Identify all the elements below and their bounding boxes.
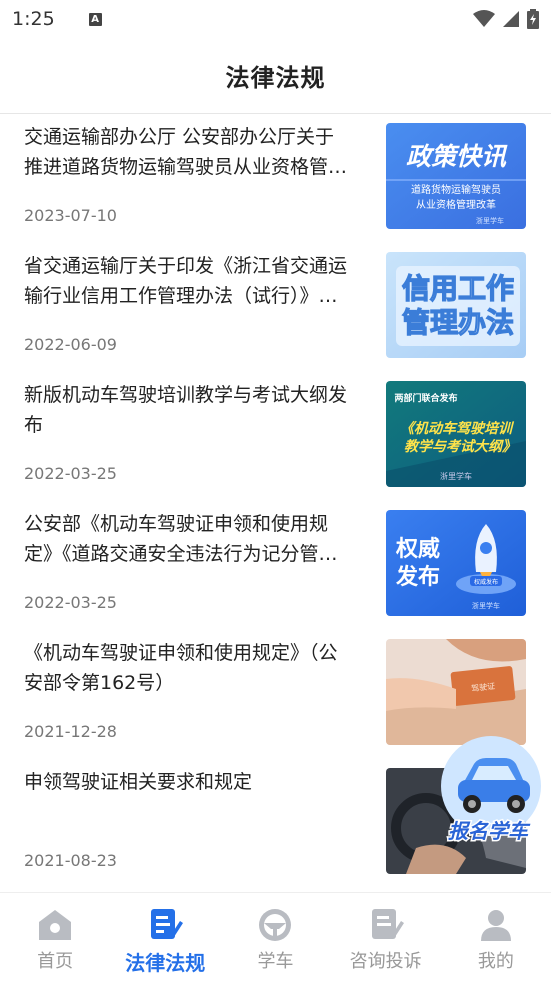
article-date: 2022-03-25: [24, 464, 117, 483]
article-thumbnail: 驾驶证: [386, 639, 526, 745]
article-title: 申领驾驶证相关要求和规定: [24, 771, 253, 793]
complaint-icon: [366, 907, 406, 943]
status-time: 1:25: [12, 8, 55, 30]
svg-text:两部门联合发布: 两部门联合发布: [394, 392, 457, 404]
article-item[interactable]: 交通运输部办公厅 公安部办公厅关于推进道路货物运输驾驶员从业资格管理改革 202…: [0, 114, 551, 243]
enroll-label: 报名学车: [448, 819, 531, 843]
article-thumbnail: 权威 发布 权威发布 浙里学车: [386, 510, 526, 616]
article-title: 《机动车驾驶证申领和使用规定》（公安部令第162号）: [24, 642, 338, 694]
user-icon: [476, 907, 516, 943]
notification-icon: A: [88, 12, 102, 26]
svg-text:发布: 发布: [395, 564, 440, 590]
enroll-float-button[interactable]: 报名学车: [436, 734, 546, 850]
status-icons: [473, 9, 539, 29]
svg-text:浙里学车: 浙里学车: [472, 601, 500, 610]
tab-home[interactable]: 首页: [0, 893, 110, 981]
status-bar: 1:25 A: [0, 0, 551, 38]
tab-label: 咨询投诉: [349, 951, 422, 972]
article-item[interactable]: 省交通运输厅关于印发《浙江省交通运输行业信用工作管理办法（试行）》的通知 202…: [0, 243, 551, 372]
tab-label: 学车: [257, 951, 294, 972]
article-title: 交通运输部办公厅 公安部办公厅关于推进道路货物运输驾驶员从业资格管理改革: [24, 126, 348, 178]
article-thumbnail: 信用工作 管理办法: [386, 252, 526, 358]
signal-icon: [503, 11, 519, 27]
svg-text:权威发布: 权威发布: [474, 578, 498, 586]
bottom-tab-bar: 首页 法律法规 学车 咨询投诉 我的: [0, 892, 551, 981]
tab-mine[interactable]: 我的: [441, 893, 551, 981]
article-title: 公安部《机动车驾驶证申领和使用规定》《道路交通安全违法行为记分管理办法》: [24, 513, 338, 565]
svg-text:浙里学车: 浙里学车: [476, 216, 504, 225]
article-title: 新版机动车驾驶培训教学与考试大纲发布: [24, 384, 348, 436]
tab-laws[interactable]: 法律法规: [110, 893, 220, 981]
home-icon: [35, 907, 75, 943]
page-title: 法律法规: [225, 64, 326, 92]
svg-text:管理办法: 管理办法: [402, 306, 514, 339]
svg-text:《机动车驾驶培训: 《机动车驾驶培训: [400, 420, 515, 437]
article-date: 2021-08-23: [24, 851, 117, 870]
article-date: 2022-06-09: [24, 335, 117, 354]
wifi-icon: [473, 10, 495, 27]
svg-text:信用工作: 信用工作: [402, 272, 514, 305]
svg-text:浙里学车: 浙里学车: [440, 471, 472, 481]
svg-text:教学与考试大纲》: 教学与考试大纲》: [404, 438, 516, 455]
article-thumbnail: 两部门联合发布 《机动车驾驶培训 教学与考试大纲》 浙里学车: [386, 381, 526, 487]
document-edit-icon: [145, 907, 185, 943]
tab-label: 法律法规: [125, 951, 206, 975]
battery-icon: [527, 9, 539, 29]
tab-consult-complain[interactable]: 咨询投诉: [331, 893, 441, 981]
article-date: 2021-12-28: [24, 722, 117, 741]
tab-label: 首页: [37, 951, 74, 972]
svg-text:权威: 权威: [395, 536, 440, 562]
article-item[interactable]: 新版机动车驾驶培训教学与考试大纲发布 2022-03-25 两部门联合发布 《机…: [0, 372, 551, 501]
thumb-headline: 政策快讯: [406, 142, 508, 171]
steering-wheel-icon: [255, 907, 295, 943]
tab-label: 我的: [477, 951, 514, 972]
article-title: 省交通运输厅关于印发《浙江省交通运输行业信用工作管理办法（试行）》的通知: [24, 255, 348, 307]
article-item[interactable]: 公安部《机动车驾驶证申领和使用规定》《道路交通安全违法行为记分管理办法》 202…: [0, 501, 551, 630]
tab-learn-driving[interactable]: 学车: [220, 893, 330, 981]
svg-text:从业资格管理改革: 从业资格管理改革: [416, 198, 496, 211]
article-date: 2022-03-25: [24, 593, 117, 612]
page-header: 法律法规: [0, 38, 551, 114]
article-date: 2023-07-10: [24, 206, 117, 225]
svg-text:道路货物运输驾驶员: 道路货物运输驾驶员: [411, 183, 501, 196]
article-thumbnail: 政策快讯 道路货物运输驾驶员 从业资格管理改革 浙里学车: [386, 123, 526, 229]
